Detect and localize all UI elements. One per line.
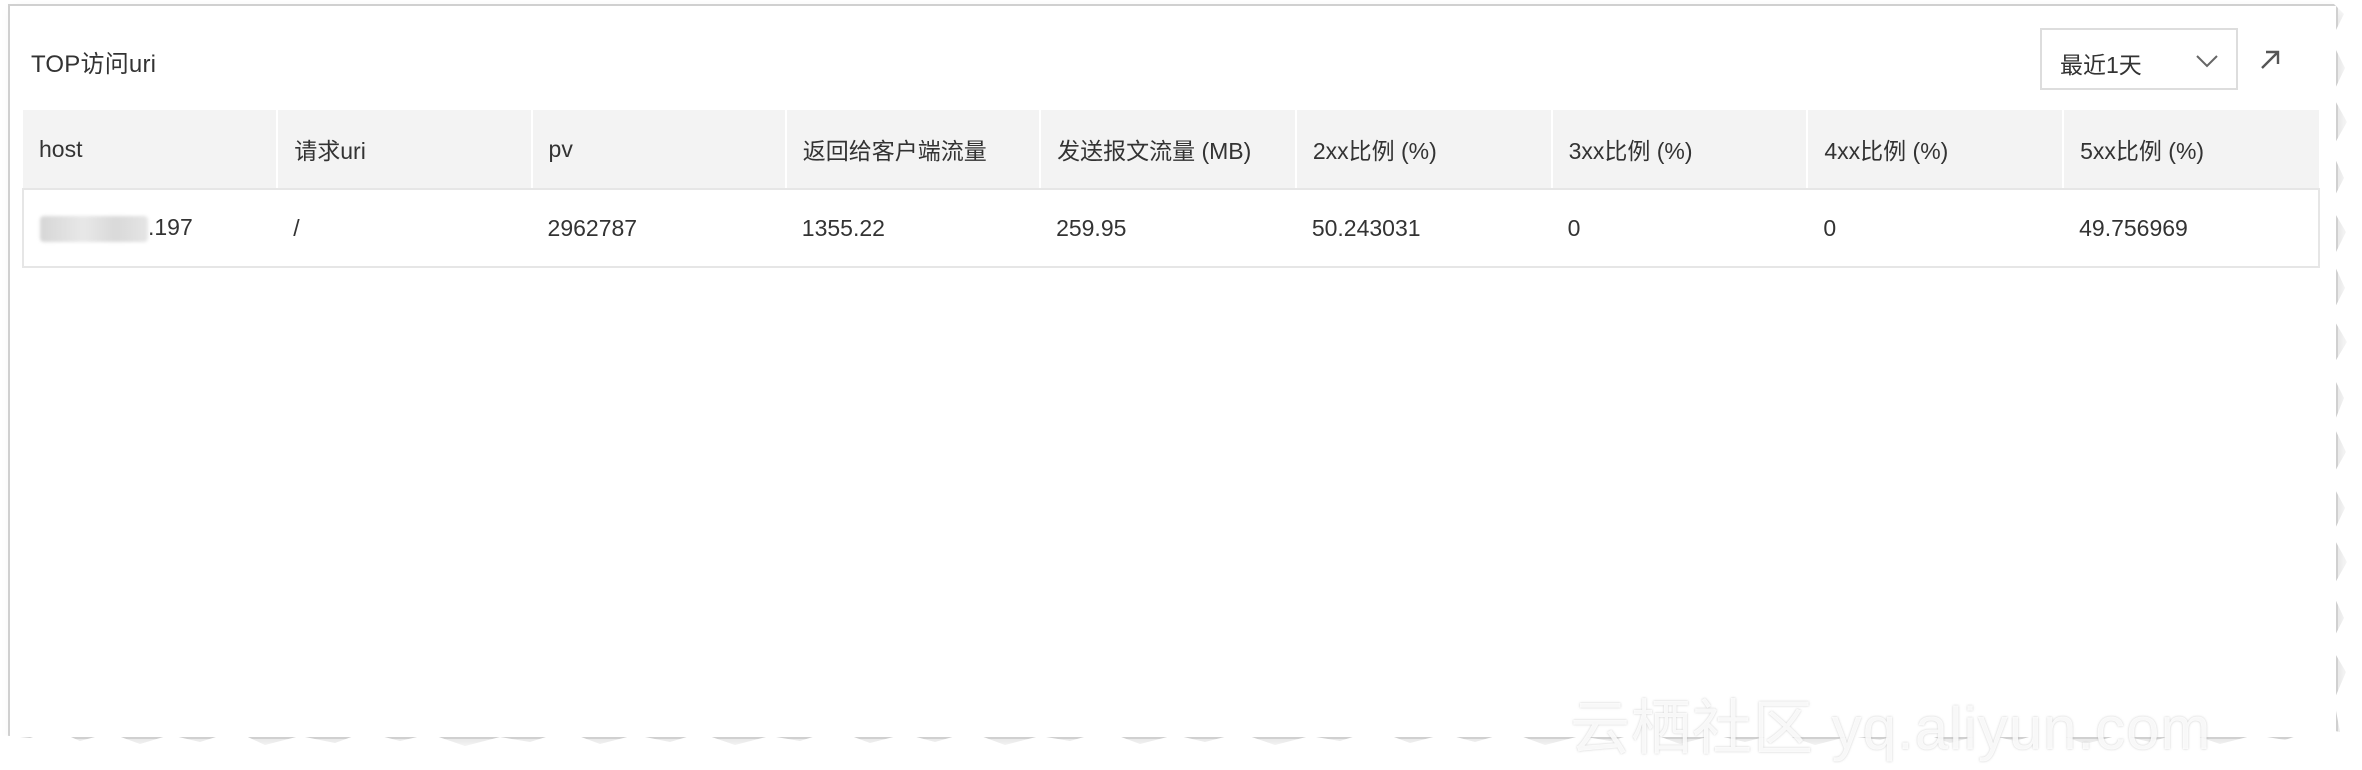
column-header-host[interactable]: host [23,110,279,190]
chevron-down-icon [2196,55,2218,68]
column-header-client-traffic[interactable]: 返回给客户端流量 [785,110,1042,190]
cell-sent-traffic: 259.95 [1040,189,1296,268]
redaction-mask [40,215,148,242]
cell-host: .197 [21,189,278,268]
column-header-pv[interactable]: pv [531,110,787,190]
column-header-uri[interactable]: 请求uri [277,110,533,190]
column-header-3xx-ratio[interactable]: 3xx比例 (%) [1551,110,1809,190]
column-header-4xx-ratio[interactable]: 4xx比例 (%) [1807,110,2065,190]
screenshot-canvas: TOP访问uri 最近1天 host 请求uri pv 返回给客户端流量 发送报… [0,0,2362,770]
panel-title: TOP访问uri [31,51,157,78]
top-uri-table: host 请求uri pv 返回给客户端流量 发送报文流量 (MB) 2xx比例… [21,110,2320,268]
time-range-value: 最近1天 [2060,52,2142,78]
arrow-up-right-icon[interactable] [2254,44,2286,76]
top-uri-panel: TOP访问uri 最近1天 host 请求uri pv 返回给客户端流量 发送报… [8,4,2338,739]
time-range-select[interactable]: 最近1天 [2040,28,2238,90]
cell-2xx-ratio: 50.243031 [1295,189,1552,268]
cell-uri: / [277,189,532,268]
cell-3xx-ratio: 0 [1551,189,1808,268]
host-visible-suffix: .197 [148,214,193,241]
host-value: .197 [40,214,193,242]
column-header-2xx-ratio[interactable]: 2xx比例 (%) [1295,110,1553,190]
watermark: 云栖社区 yq.aliyun.com [1570,695,2212,762]
column-header-5xx-ratio[interactable]: 5xx比例 (%) [2063,110,2319,190]
cell-5xx-ratio: 49.756969 [2063,189,2320,268]
table-row[interactable]: .197 / 2962787 1355.22 259.95 50.243031 … [21,189,2320,268]
cell-pv: 2962787 [531,189,786,268]
column-header-sent-traffic[interactable]: 发送报文流量 (MB) [1040,110,1297,190]
table-header-row: host 请求uri pv 返回给客户端流量 发送报文流量 (MB) 2xx比例… [23,110,2319,190]
cell-4xx-ratio: 0 [1807,189,2064,268]
cell-client-traffic: 1355.22 [785,189,1041,268]
